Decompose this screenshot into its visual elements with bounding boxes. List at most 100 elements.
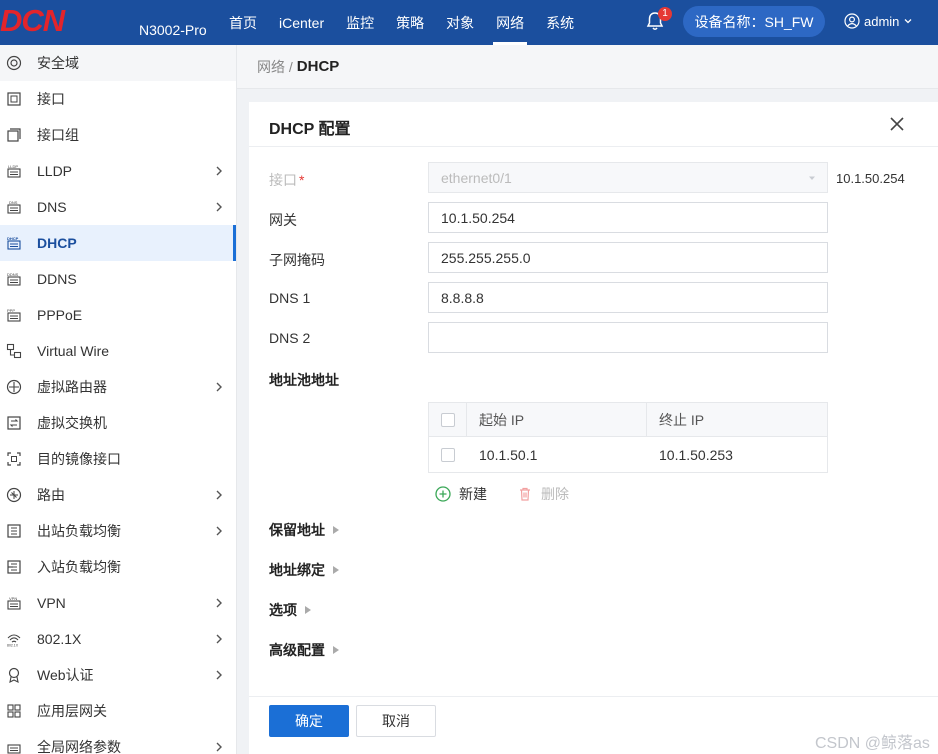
watermark: CSDN @鲸落as xyxy=(815,735,930,752)
chevron-right-icon xyxy=(216,490,222,500)
sidebar-item-item-10[interactable]: 虚拟交换机 xyxy=(0,405,236,441)
svg-text:DNS: DNS xyxy=(9,200,18,205)
user-icon xyxy=(844,13,860,29)
sidebar-item-802-1x[interactable]: 802.1X 802.1X xyxy=(0,621,236,657)
expand-arrow-icon xyxy=(333,646,339,654)
lldp-icon: LLDP xyxy=(6,163,22,179)
row-checkbox[interactable] xyxy=(441,447,455,462)
sidebar-item-pppoe[interactable]: PPP PPPoE xyxy=(0,297,236,333)
svg-text:DHCP: DHCP xyxy=(7,236,19,241)
cancel-button[interactable]: 取消 xyxy=(356,705,436,737)
gateway-input[interactable]: 10.1.50.254 xyxy=(428,202,828,233)
app-gateway-icon xyxy=(6,703,22,719)
netmask-label: 子网掩码 xyxy=(269,252,325,268)
chevron-right-icon xyxy=(216,526,222,536)
sidebar-item-item-18[interactable]: 应用层网关 xyxy=(0,693,236,729)
sidebar-item-item-12[interactable]: 路由 xyxy=(0,477,236,513)
sidebar-item-label: 虚拟交换机 xyxy=(37,415,107,431)
sidebar-item-item-14[interactable]: 入站负载均衡 xyxy=(0,549,236,585)
end-ip-cell: 10.1.50.253 xyxy=(659,446,733,463)
chevron-right-icon xyxy=(216,742,222,752)
sidebar-item-item-2[interactable]: 接口组 xyxy=(0,117,236,153)
sidebar-item-label: Virtual Wire xyxy=(37,343,110,359)
sidebar-item-label: 接口组 xyxy=(37,127,79,143)
sidebar-item-dhcp[interactable]: DHCP DHCP xyxy=(0,225,236,261)
sidebar-item-item-13[interactable]: 出站负载均衡 xyxy=(0,513,236,549)
svg-text:VPN: VPN xyxy=(9,596,17,601)
delete-pool-button[interactable]: 删除 xyxy=(517,484,569,504)
add-pool-button[interactable]: 新建 xyxy=(435,484,487,504)
sidebar-item-ddns[interactable]: DDNS DDNS xyxy=(0,261,236,297)
confirm-button[interactable]: 确定 xyxy=(269,705,349,737)
svg-text:LLDP: LLDP xyxy=(8,164,18,169)
dns1-input[interactable]: 8.8.8.8 xyxy=(428,282,828,313)
sidebar-item-label: 应用层网关 xyxy=(37,703,107,719)
sidebar-item-label: 入站负载均衡 xyxy=(37,559,121,575)
sidebar-item-label: 全局网络参数 xyxy=(37,739,121,754)
expand-arrow-icon xyxy=(305,606,311,614)
dns2-label: DNS 2 xyxy=(269,330,311,346)
section-address-binding[interactable]: 地址绑定 xyxy=(269,560,339,580)
sidebar-item-virtual-wire[interactable]: Virtual Wire xyxy=(0,333,236,369)
interface-select[interactable]: ethernet0/1 xyxy=(428,162,828,193)
select-all-checkbox[interactable] xyxy=(440,412,455,427)
device-name-pill[interactable]: 设备名称：SH_FW xyxy=(683,6,825,37)
section-reserved-address[interactable]: 保留地址 xyxy=(269,520,339,540)
section-advanced[interactable]: 高级配置 xyxy=(269,640,339,660)
nav-icenter[interactable]: iCenter xyxy=(268,0,335,45)
global-params-icon xyxy=(6,739,22,754)
netmask-input[interactable]: 255.255.255.0 xyxy=(428,242,828,273)
interface-select-value: ethernet0/1 xyxy=(441,169,512,186)
route-icon xyxy=(6,487,22,503)
sidebar-item-label: DDNS xyxy=(37,271,77,287)
main-nav: 首页 iCenter 监控 策略 对象 网络 系统 xyxy=(218,0,585,45)
dropdown-arrow-icon xyxy=(809,176,815,180)
sidebar-item-item-0[interactable]: 安全域 xyxy=(0,45,236,81)
dns1-label: DNS 1 xyxy=(269,290,311,306)
chevron-right-icon xyxy=(216,166,222,176)
breadcrumb-parent[interactable]: 网络 / xyxy=(257,57,293,77)
pool-table: 起始 IP 终止 IP 10.1.50.1 10.1.50.253 xyxy=(428,402,828,473)
nav-monitor[interactable]: 监控 xyxy=(335,0,385,45)
chevron-right-icon xyxy=(216,202,222,212)
start-ip-cell: 10.1.50.1 xyxy=(479,446,538,463)
sidebar-item-label: 路由 xyxy=(37,487,65,503)
chevron-down-icon xyxy=(904,19,912,24)
svg-text:PPP: PPP xyxy=(7,308,15,313)
sidebar-item-vpn[interactable]: VPN VPN xyxy=(0,585,236,621)
pool-actions: 新建 删除 xyxy=(435,484,569,504)
chevron-right-icon xyxy=(216,382,222,392)
sidebar-item-lldp[interactable]: LLDP LLDP xyxy=(0,153,236,189)
nav-network[interactable]: 网络 xyxy=(485,0,535,45)
user-name: admin xyxy=(864,13,900,29)
nav-home[interactable]: 首页 xyxy=(218,0,268,45)
section-reserved-label: 保留地址 xyxy=(269,522,325,538)
nav-policy[interactable]: 策略 xyxy=(385,0,435,45)
sidebar-item-label: 出站负载均衡 xyxy=(37,523,121,539)
interface-icon xyxy=(6,91,22,107)
section-options[interactable]: 选项 xyxy=(269,600,311,620)
select-all-cell xyxy=(429,403,467,436)
gateway-label: 网关 xyxy=(269,212,297,228)
dhcp-icon: DHCP xyxy=(6,235,22,251)
vpn-icon: VPN xyxy=(6,595,22,611)
user-menu[interactable]: admin xyxy=(844,13,913,29)
svg-text:802.1X: 802.1X xyxy=(7,644,19,648)
sidebar-item-item-11[interactable]: 目的镜像接口 xyxy=(0,441,236,477)
expand-arrow-icon xyxy=(333,566,339,574)
dns2-input[interactable] xyxy=(428,322,828,353)
sidebar-item-label: Web认证 xyxy=(37,667,94,683)
breadcrumb: 网络 / DHCP xyxy=(237,45,938,89)
sidebar-item-item-9[interactable]: 虚拟路由器 xyxy=(0,369,236,405)
sidebar-item-dns[interactable]: DNS DNS xyxy=(0,189,236,225)
sidebar-item-label: 安全域 xyxy=(37,55,79,71)
dcn-logo[interactable]: DCN xyxy=(0,6,112,36)
nav-system[interactable]: 系统 xyxy=(535,0,585,45)
interface-label-text: 接口 xyxy=(269,172,297,188)
chevron-right-icon xyxy=(216,634,222,644)
sidebar-item-web[interactable]: Web认证 xyxy=(0,657,236,693)
close-icon[interactable] xyxy=(888,115,906,133)
sidebar-item-item-19[interactable]: 全局网络参数 xyxy=(0,729,236,754)
nav-object[interactable]: 对象 xyxy=(435,0,485,45)
sidebar-item-item-1[interactable]: 接口 xyxy=(0,81,236,117)
